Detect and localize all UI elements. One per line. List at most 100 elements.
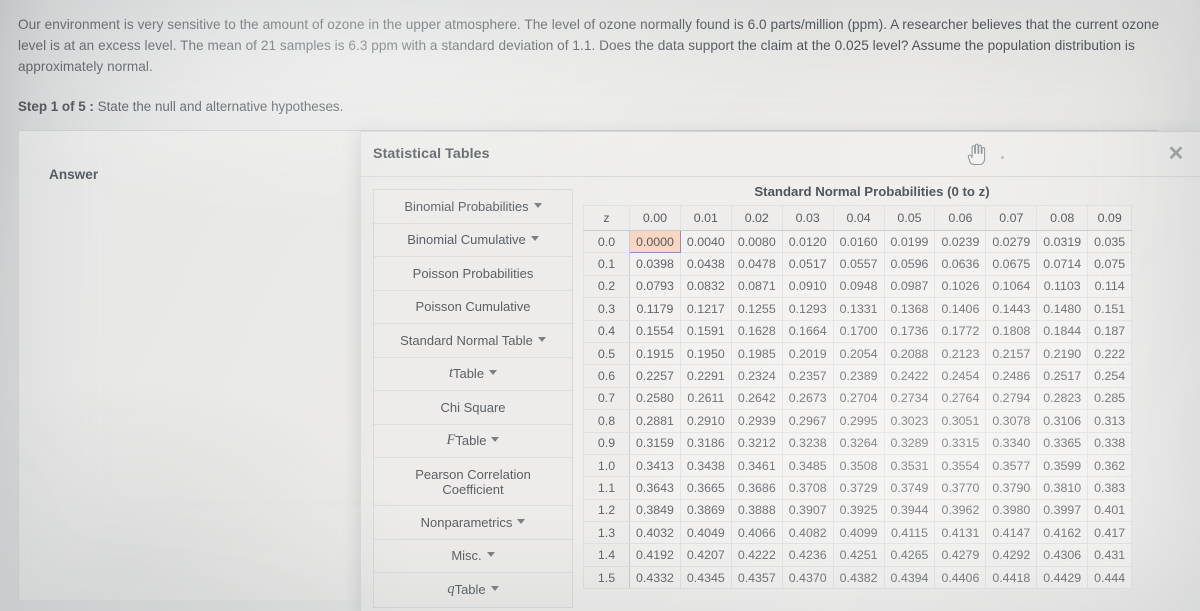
z-table-cell[interactable]: 0.3810 [1036, 476, 1089, 500]
nav-item-chi-square[interactable]: Chi Square [374, 391, 572, 425]
z-table-cell[interactable]: 0.4082 [781, 521, 834, 545]
z-table-cell[interactable]: 0.3051 [934, 409, 987, 433]
z-table-cell[interactable]: 0.3980 [985, 498, 1038, 523]
z-table-cell[interactable]: 0.0557 [832, 252, 885, 276]
z-table-cell[interactable]: 0.4306 [1036, 543, 1089, 567]
z-table-cell[interactable]: 0.4207 [679, 543, 732, 567]
z-table-cell[interactable]: 0.0636 [934, 252, 987, 276]
z-table-cell[interactable]: 0.4345 [679, 565, 732, 590]
z-table-cell[interactable]: 0.3554 [934, 453, 987, 478]
z-table-cell[interactable]: 0.2517 [1036, 364, 1089, 388]
z-table-cell[interactable]: 0.4032 [629, 521, 681, 545]
z-table-cell[interactable]: 0.313 [1087, 409, 1133, 433]
z-table-cell[interactable]: 0.2823 [1036, 386, 1089, 411]
z-table-cell[interactable]: 0.2642 [730, 386, 783, 411]
z-table-cell[interactable]: 0.035 [1087, 229, 1133, 254]
z-table-cell[interactable]: 0.2704 [832, 386, 885, 411]
z-table-cell[interactable]: 0.0080 [730, 229, 783, 254]
z-table-cell[interactable]: 0.2257 [629, 364, 681, 388]
z-table-cell[interactable]: 0.285 [1087, 386, 1133, 411]
z-table-cell[interactable]: 0.2123 [934, 341, 987, 366]
z-table-cell[interactable]: 0.3790 [985, 476, 1038, 500]
z-table-cell[interactable]: 0.3238 [781, 431, 834, 455]
z-table-cell[interactable]: 0.2580 [629, 386, 681, 411]
z-table-cell[interactable]: 0.0120 [781, 229, 834, 254]
z-table-cell[interactable]: 0.2995 [832, 409, 885, 433]
z-table-cell[interactable]: 0.2611 [679, 386, 732, 411]
z-table-cell[interactable]: 0.3888 [730, 498, 783, 523]
z-table-cell[interactable]: 0.222 [1087, 341, 1133, 366]
z-table-cell[interactable]: 0.4382 [832, 565, 885, 590]
z-table-cell[interactable]: 0.1554 [629, 319, 681, 343]
z-table-cell[interactable]: 0.4147 [985, 521, 1038, 545]
z-table-cell[interactable]: 0.187 [1087, 319, 1133, 343]
z-table-cell[interactable]: 0.3925 [832, 498, 885, 523]
z-table-cell[interactable]: 0.1217 [679, 297, 732, 321]
z-table-cell[interactable]: 0.0199 [883, 229, 936, 254]
z-table-cell[interactable]: 0.1255 [730, 297, 783, 321]
z-table-cell[interactable]: 0.0714 [1036, 252, 1089, 276]
z-table-cell[interactable]: 0.3159 [629, 431, 681, 455]
z-table-cell[interactable]: 0.0279 [985, 229, 1038, 254]
z-table-cell[interactable]: 0.1772 [934, 319, 987, 343]
z-table-cell-selected[interactable]: 0.0000 [629, 229, 681, 254]
z-table-cell[interactable]: 0.4222 [730, 543, 783, 567]
z-table-cell[interactable]: 0.075 [1087, 252, 1133, 276]
z-table-cell[interactable]: 0.2764 [934, 386, 987, 411]
z-table-cell[interactable]: 0.417 [1087, 521, 1133, 545]
z-table-cell[interactable]: 0.338 [1087, 431, 1133, 455]
z-table-cell[interactable]: 0.0675 [985, 252, 1038, 276]
z-table-cell[interactable]: 0.3531 [883, 453, 936, 478]
z-table-cell[interactable]: 0.3023 [883, 409, 936, 433]
z-table-cell[interactable]: 0.4370 [781, 565, 834, 590]
z-table-cell[interactable]: 0.0040 [679, 229, 732, 254]
z-table-cell[interactable]: 0.2324 [730, 364, 783, 388]
z-table-cell[interactable]: 0.4049 [679, 521, 732, 545]
z-table-cell[interactable]: 0.0987 [883, 274, 936, 299]
z-table-cell[interactable]: 0.0596 [883, 252, 936, 276]
z-table-cell[interactable]: 0.4332 [629, 565, 681, 590]
z-table-cell[interactable]: 0.1064 [985, 274, 1038, 299]
z-table-cell[interactable]: 0.1915 [629, 341, 681, 366]
z-table-cell[interactable]: 0.0160 [832, 229, 885, 254]
z-table-cell[interactable]: 0.4115 [883, 521, 936, 545]
nav-item-nonparametrics[interactable]: Nonparametrics [374, 506, 572, 540]
z-table-cell[interactable]: 0.0478 [730, 252, 783, 276]
z-table-cell[interactable]: 0.4251 [832, 543, 885, 567]
z-table-cell[interactable]: 0.1026 [934, 274, 987, 299]
nav-item-binomial-cumulative[interactable]: Binomial Cumulative [374, 224, 572, 257]
z-table-cell[interactable]: 0.1293 [781, 297, 834, 321]
z-table-cell[interactable]: 0.4292 [985, 543, 1038, 567]
z-table-cell[interactable]: 0.2190 [1036, 341, 1089, 366]
nav-item-binomial-probabilities[interactable]: Binomial Probabilities [374, 190, 572, 224]
z-table-cell[interactable]: 0.383 [1087, 476, 1133, 500]
z-table-cell[interactable]: 0.1443 [985, 297, 1038, 321]
z-table-cell[interactable]: 0.2454 [934, 364, 987, 388]
z-table-cell[interactable]: 0.0517 [781, 252, 834, 276]
nav-item-table[interactable]: q Table [374, 573, 572, 607]
z-table-cell[interactable]: 0.4357 [730, 565, 783, 590]
z-table-cell[interactable]: 0.3770 [934, 476, 987, 500]
z-table-cell[interactable]: 0.3264 [832, 431, 885, 455]
z-table-cell[interactable]: 0.2357 [781, 364, 834, 388]
z-table-cell[interactable]: 0.4099 [832, 521, 885, 545]
z-table-cell[interactable]: 0.4394 [883, 565, 936, 590]
z-table-cell[interactable]: 0.3413 [629, 453, 681, 478]
z-table-cell[interactable]: 0.444 [1087, 565, 1133, 590]
z-table-cell[interactable]: 0.2967 [781, 409, 834, 433]
z-table-cell[interactable]: 0.3944 [883, 498, 936, 523]
z-table-cell[interactable]: 0.3869 [679, 498, 732, 523]
nav-item-pearson-correlation-coefficient[interactable]: Pearson Correlation Coefficient [374, 458, 572, 506]
z-table-cell[interactable]: 0.1664 [781, 319, 834, 343]
z-table-cell[interactable]: 0.4406 [934, 565, 987, 590]
z-table-cell[interactable]: 0.362 [1087, 453, 1133, 478]
z-table-cell[interactable]: 0.4236 [781, 543, 834, 567]
z-table-cell[interactable]: 0.1700 [832, 319, 885, 343]
z-table-cell[interactable]: 0.0832 [679, 274, 732, 299]
nav-item-misc[interactable]: Misc. [374, 540, 572, 573]
z-table-cell[interactable]: 0.3485 [781, 453, 834, 478]
z-table-cell[interactable]: 0.2910 [679, 409, 732, 433]
z-table-cell[interactable]: 0.0910 [781, 274, 834, 299]
z-table-cell[interactable]: 0.0319 [1036, 229, 1089, 254]
z-table-cell[interactable]: 0.4279 [934, 543, 987, 567]
